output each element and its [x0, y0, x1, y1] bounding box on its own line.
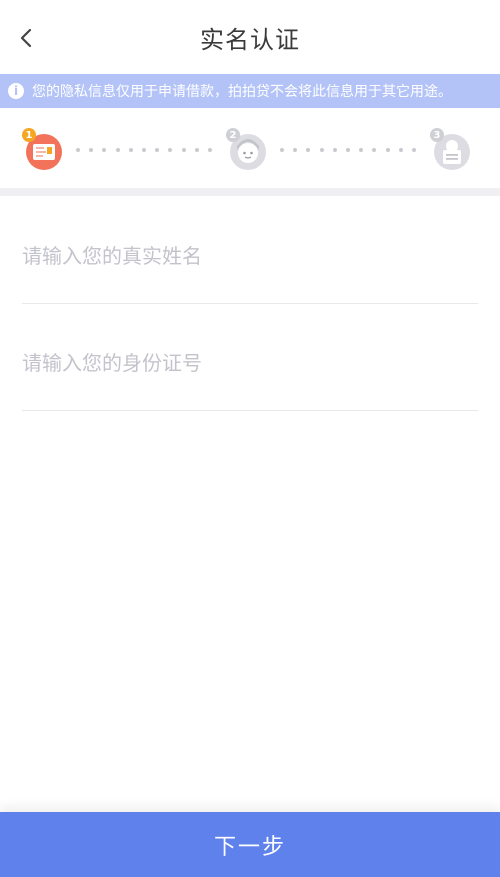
real-name-field: [22, 196, 478, 304]
step-3-badge: 3: [430, 128, 444, 142]
step-3-document: 3: [430, 128, 474, 172]
step-2-face: 2: [226, 128, 270, 172]
step-1-id-card: 1: [22, 128, 66, 172]
real-name-input[interactable]: [22, 244, 478, 268]
step-1-badge: 1: [22, 128, 36, 142]
step-2-badge: 2: [226, 128, 240, 142]
nav-bar: 实名认证: [0, 0, 500, 74]
next-step-button[interactable]: 下一步: [0, 812, 500, 877]
page-title: 实名认证: [200, 26, 300, 54]
id-number-field: [22, 303, 478, 411]
step-connector-2: [280, 148, 416, 152]
step-progress: 1 2 3: [0, 108, 500, 188]
privacy-notice-banner: i 您的隐私信息仅用于申请借款，拍拍贷不会将此信息用于其它用途。: [0, 74, 500, 108]
next-step-label: 下一步: [213, 834, 286, 860]
info-icon: i: [8, 83, 24, 99]
privacy-notice-text: 您的隐私信息仅用于申请借款，拍拍贷不会将此信息用于其它用途。: [32, 84, 452, 100]
id-number-input[interactable]: [22, 351, 478, 375]
section-divider: [0, 188, 500, 196]
step-connector-1: [76, 148, 212, 152]
